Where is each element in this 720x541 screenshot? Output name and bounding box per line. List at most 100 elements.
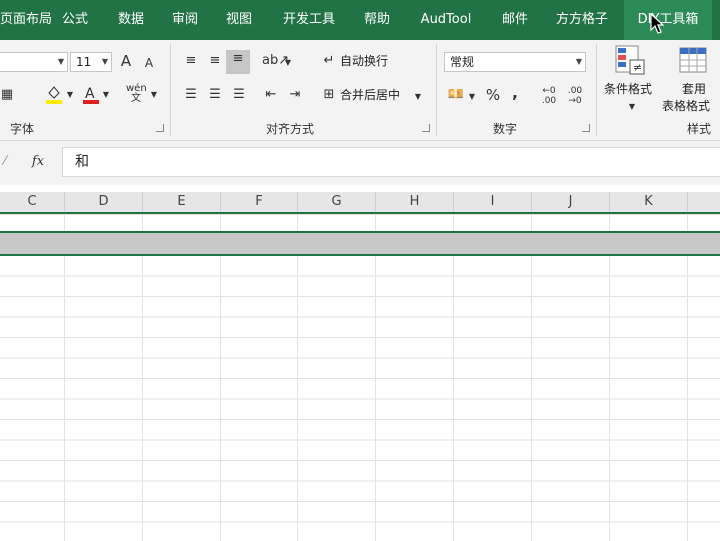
table-format-icon (678, 46, 712, 78)
number-format-combo[interactable]: 常规 ▼ (444, 52, 586, 72)
column-header-j[interactable]: J (532, 192, 610, 212)
gridline (453, 214, 454, 541)
phonetic-button[interactable]: wén 文 (126, 83, 147, 104)
grow-font-icon: A (120, 52, 132, 70)
chevron-down-icon: ▼ (57, 57, 64, 66)
conditional-format-icon: ≠ (614, 44, 648, 78)
font-color-icon: A (83, 86, 99, 104)
tab-mail[interactable]: 邮件 (494, 0, 536, 40)
gridline (64, 214, 65, 541)
align-left-button[interactable]: ☰ (182, 86, 200, 104)
formula-input[interactable]: 和 (62, 147, 720, 177)
decrease-decimal-button[interactable]: .00 →0 (564, 86, 586, 106)
tab-view[interactable]: 视图 (218, 0, 260, 40)
font-size-value: 11 (76, 55, 92, 69)
chevron-down-icon[interactable]: ▼ (284, 54, 292, 72)
font-dialog-launcher-icon[interactable] (156, 124, 164, 132)
decrease-indent-button[interactable]: ⇤ (262, 86, 280, 104)
ribbon: ▼ 11 ▼ A A ▦ ▼ A ▼ wén 文 ▼ 字体 ≡ ≡ ≡ ab↗ ▼ … (0, 40, 720, 141)
wrap-text-button[interactable]: 自动换行 (340, 52, 388, 70)
table-grid-icon (679, 47, 707, 73)
tab-fangfanggezi[interactable]: 方方格子 (548, 0, 616, 40)
comma-icon: , (512, 84, 518, 102)
divider (170, 44, 171, 136)
tab-diy-toolbox[interactable]: DIY工具箱 (624, 0, 712, 40)
column-header-d[interactable]: D (65, 192, 143, 212)
column-header-h[interactable]: H (376, 192, 454, 212)
gridline (609, 214, 610, 541)
tab-review[interactable]: 审阅 (164, 0, 206, 40)
number-format-value: 常规 (450, 55, 475, 69)
menu-tab-bar: 页面布局 公式 数据 审阅 视图 开发工具 帮助 AudTool 邮件 方方格子… (0, 0, 720, 40)
align-center-button[interactable]: ☰ (206, 86, 224, 104)
align-right-button[interactable]: ☰ (230, 86, 248, 104)
chevron-down-icon[interactable]: ▼ (414, 88, 422, 106)
mouse-cursor-icon (650, 13, 664, 34)
align-top-button[interactable]: ≡ (182, 52, 200, 70)
phonetic-icon: wén 文 (126, 83, 147, 104)
align-bottom-button[interactable]: ≡ (226, 50, 250, 74)
tab-formulas[interactable]: 公式 (54, 0, 96, 40)
align-middle-button[interactable]: ≡ (206, 52, 224, 70)
tab-help[interactable]: 帮助 (356, 0, 398, 40)
tab-audtool[interactable]: AudTool (412, 0, 480, 40)
alignment-dialog-launcher-icon[interactable] (422, 124, 430, 132)
conditional-format-grid-icon: ≠ (615, 45, 645, 75)
tab-developer[interactable]: 开发工具 (276, 0, 342, 40)
font-color-button[interactable]: A (82, 84, 100, 110)
column-header-i[interactable]: I (454, 192, 532, 212)
chevron-down-icon[interactable]: ▼ (628, 98, 636, 116)
chevron-down-icon[interactable]: ▼ (66, 86, 74, 104)
formula-bar: ⁄ fx 和 (0, 141, 720, 185)
column-header-c[interactable]: C (0, 192, 65, 212)
cancel-entry-icon[interactable]: ⁄ (0, 153, 10, 171)
increase-decimal-icon: ←0.00 (541, 86, 557, 106)
tab-data[interactable]: 数据 (110, 0, 152, 40)
column-header-l[interactable] (688, 192, 720, 212)
chevron-down-icon[interactable]: ▼ (468, 88, 476, 106)
selected-row[interactable] (0, 231, 720, 256)
merge-center-button[interactable]: 合并后居中 (340, 86, 400, 104)
gridline (142, 214, 143, 541)
percent-button[interactable]: % (484, 86, 502, 104)
column-header-bar: C D E F G H I J K (0, 192, 720, 214)
column-header-g[interactable]: G (298, 192, 376, 212)
column-header-k[interactable]: K (610, 192, 688, 212)
grow-font-button[interactable]: A (118, 52, 134, 70)
table-format-label-1[interactable]: 套用 (682, 80, 706, 98)
currency-format-button[interactable]: 💴 (446, 86, 466, 104)
column-header-e[interactable]: E (143, 192, 221, 212)
increase-decimal-button[interactable]: ←0.00 (538, 86, 560, 106)
svg-text:A: A (85, 86, 95, 102)
merge-center-icon: ⊞ (323, 87, 335, 102)
number-dialog-launcher-icon[interactable] (582, 124, 590, 132)
column-header-f[interactable]: F (221, 192, 298, 212)
conditional-format-button[interactable]: 条件格式 (604, 80, 652, 98)
orientation-button[interactable]: ab↗ (262, 52, 289, 70)
divider (436, 44, 437, 136)
divider (596, 44, 597, 136)
paint-bucket-icon (46, 86, 62, 104)
shrink-font-button[interactable]: A (142, 54, 156, 72)
insert-function-button[interactable]: fx (28, 153, 48, 171)
increase-indent-button[interactable]: ⇥ (286, 86, 304, 104)
group-styles-label: 样式 (686, 122, 711, 136)
gridline (375, 214, 376, 541)
borders-button[interactable]: ▦ (0, 86, 14, 104)
svg-text:≠: ≠ (633, 61, 642, 74)
fill-color-button[interactable] (44, 84, 64, 110)
table-format-button[interactable]: 表格格式 (662, 97, 710, 115)
gridline (687, 214, 688, 541)
group-number-label: 数字 (492, 122, 517, 136)
chevron-down-icon[interactable]: ▼ (150, 86, 158, 104)
chevron-down-icon: ▼ (575, 57, 582, 66)
font-name-combo[interactable]: ▼ (0, 52, 68, 72)
comma-button[interactable]: , (508, 84, 522, 102)
percent-icon: % (485, 86, 501, 104)
font-size-combo[interactable]: 11 ▼ (70, 52, 112, 72)
tab-page-layout[interactable]: 页面布局 (0, 0, 52, 40)
group-font-label: 字体 (9, 122, 34, 136)
cell-grid[interactable] (0, 214, 720, 541)
currency-icon: 💴 (447, 87, 465, 102)
chevron-down-icon[interactable]: ▼ (102, 86, 110, 104)
